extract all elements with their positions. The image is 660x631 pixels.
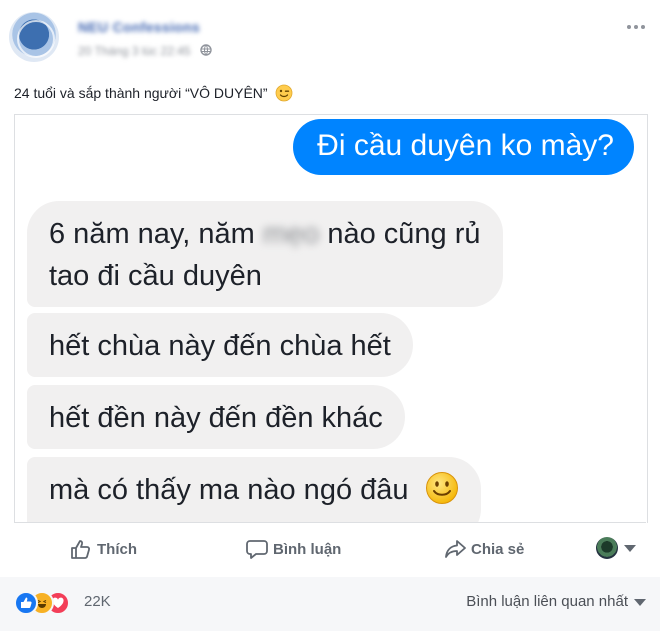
like-button[interactable]: Thích (70, 539, 137, 559)
comment-bubble-icon (246, 540, 268, 559)
share-label: Chia sẻ (471, 541, 525, 558)
message-text: 6 năm nay, năm (49, 218, 263, 250)
page-avatar-mini (596, 537, 618, 559)
comment-sort-dropdown[interactable]: Bình luận liên quan nhất (466, 593, 646, 610)
message-text: nào cũng rủ (319, 218, 481, 250)
comment-label: Bình luận (273, 541, 342, 558)
share-button[interactable]: Chia sẻ (444, 539, 524, 559)
post-footer: 22K Bình luận liên quan nhất (0, 577, 660, 631)
globe-icon[interactable] (200, 44, 212, 59)
post-action-bar: Thích Bình luận Chia sẻ (14, 522, 646, 578)
wink-emoji (275, 84, 293, 107)
like-label: Thích (97, 541, 137, 558)
reaction-count[interactable]: 22K (84, 593, 111, 610)
more-options-icon[interactable] (625, 16, 646, 34)
comment-sort-label: Bình luận liên quan nhất (466, 593, 628, 610)
censored-word: mẹo (262, 218, 320, 250)
page-avatar[interactable] (9, 12, 59, 62)
page-name[interactable]: NEU Confessions (78, 19, 200, 35)
smile-emoji (425, 471, 459, 517)
page-switcher[interactable] (596, 537, 636, 559)
like-reaction-icon (14, 591, 38, 615)
incoming-message: mà có thấy ma nào ngó đâu (27, 457, 481, 523)
thumbs-up-icon (71, 540, 91, 559)
message-text: tao đi cầu duyên (49, 260, 262, 292)
incoming-message: 6 năm nay, năm mẹo nào cũng rủ tao đi cầ… (27, 201, 503, 307)
chat-screenshot[interactable]: Đi cầu duyên ko mày? 6 năm nay, năm mẹo … (14, 114, 648, 523)
post-timestamp[interactable]: 20 Tháng 3 lúc 22:45 (78, 44, 191, 58)
message-text: hết đền này đến đền khác (49, 402, 383, 434)
post-header: NEU Confessions 20 Tháng 3 lúc 22:45 (0, 0, 660, 75)
outgoing-message: Đi cầu duyên ko mày? (293, 119, 634, 175)
incoming-message: hết đền này đến đền khác (27, 385, 405, 449)
post-meta: 20 Tháng 3 lúc 22:45 (78, 44, 212, 59)
post-text: 24 tuổi và sắp thành người “VÔ DUYÊN” (14, 83, 293, 107)
share-arrow-icon (445, 540, 466, 558)
message-text: mà có thấy ma nào ngó đâu (49, 474, 409, 506)
chevron-down-icon (634, 598, 646, 606)
chevron-down-icon (624, 544, 636, 552)
post-caption: 24 tuổi và sắp thành người “VÔ DUYÊN” (14, 85, 268, 101)
message-text: hết chùa này đến chùa hết (49, 330, 391, 362)
comment-button[interactable]: Bình luận (246, 539, 341, 559)
incoming-message: hết chùa này đến chùa hết (27, 313, 413, 377)
